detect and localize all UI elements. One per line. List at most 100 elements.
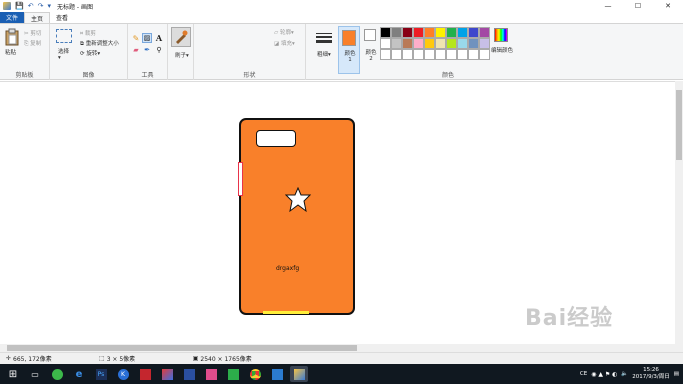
ribbon-tabs: 文件 主页 查看 bbox=[0, 12, 683, 23]
palette-color-15[interactable] bbox=[435, 38, 446, 49]
crop-button[interactable]: ⌗ 裁剪 bbox=[80, 29, 96, 38]
palette-color-22[interactable] bbox=[402, 49, 413, 60]
volume-icon[interactable]: 🔈 bbox=[621, 371, 628, 377]
palette-color-3[interactable] bbox=[413, 27, 424, 38]
palette-color-24[interactable] bbox=[424, 49, 435, 60]
color1-button[interactable]: 颜色 1 bbox=[338, 26, 360, 74]
tray-icons[interactable]: ◉ ▲ ⚑ ◐ bbox=[591, 371, 617, 378]
palette-color-9[interactable] bbox=[479, 27, 490, 38]
window-title: 无标题 - 画图 bbox=[56, 3, 93, 11]
chrome-icon[interactable] bbox=[246, 366, 264, 382]
palette-color-26[interactable] bbox=[446, 49, 457, 60]
brush-icon[interactable] bbox=[171, 27, 191, 47]
palette-color-20[interactable] bbox=[380, 49, 391, 60]
app-icon-mixed[interactable] bbox=[158, 366, 176, 382]
cut-button[interactable]: ✂ 剪切 bbox=[24, 29, 41, 37]
palette-color-6[interactable] bbox=[446, 27, 457, 38]
select-icon[interactable] bbox=[56, 29, 72, 43]
edit-colors-icon[interactable] bbox=[494, 28, 508, 42]
start-icon[interactable]: ⊞ bbox=[4, 366, 22, 382]
fill-dropdown[interactable]: ◪ 填充▾ bbox=[274, 39, 295, 47]
rotate-button[interactable]: ⟳ 旋转▾ bbox=[80, 49, 100, 57]
color1-swatch bbox=[342, 30, 356, 46]
palette-color-1[interactable] bbox=[391, 27, 402, 38]
paste-button[interactable]: 粘贴 bbox=[5, 48, 16, 56]
tab-file[interactable]: 文件 bbox=[0, 12, 25, 23]
photoshop-icon[interactable]: Ps bbox=[92, 366, 110, 382]
redo-icon[interactable]: ↷ bbox=[38, 2, 44, 10]
app-icon-blue[interactable] bbox=[180, 366, 198, 382]
clipboard-group-label: 剪贴板 bbox=[15, 72, 34, 79]
edge-icon[interactable]: e bbox=[70, 366, 88, 382]
color2-button[interactable]: 颜色 2 bbox=[361, 24, 379, 80]
palette-color-0[interactable] bbox=[380, 27, 391, 38]
app-icon-pink[interactable] bbox=[202, 366, 220, 382]
palette-color-11[interactable] bbox=[391, 38, 402, 49]
palette-color-28[interactable] bbox=[468, 49, 479, 60]
palette-color-4[interactable] bbox=[424, 27, 435, 38]
color2-label: 颜色 2 bbox=[365, 50, 377, 62]
app-icon-green-square[interactable] bbox=[224, 366, 242, 382]
color-picker-icon[interactable]: ✒ bbox=[142, 45, 152, 55]
brushes-group: 刷子▾ bbox=[168, 24, 194, 80]
palette-color-10[interactable] bbox=[380, 38, 391, 49]
customize-dropdown-icon[interactable]: ▾ bbox=[47, 2, 51, 10]
palette-color-19[interactable] bbox=[479, 38, 490, 49]
palette-color-21[interactable] bbox=[391, 49, 402, 60]
paint-taskbar-icon[interactable] bbox=[290, 366, 308, 382]
palette-color-23[interactable] bbox=[413, 49, 424, 60]
vertical-scroll-thumb[interactable] bbox=[676, 90, 682, 160]
undo-icon[interactable]: ↶ bbox=[28, 2, 34, 10]
eraser-icon[interactable]: ▰ bbox=[131, 45, 141, 55]
task-view-icon[interactable]: ▭ bbox=[26, 366, 44, 382]
app-icon-teal[interactable] bbox=[268, 366, 286, 382]
size-dropdown[interactable]: 粗细▾ bbox=[317, 50, 331, 58]
cursor-position-icon: ✛ bbox=[6, 355, 12, 362]
palette-color-7[interactable] bbox=[457, 27, 468, 38]
palette-color-27[interactable] bbox=[457, 49, 468, 60]
maximize-button[interactable]: ☐ bbox=[623, 0, 653, 12]
clock[interactable]: 15:26 2017/9/3/周日 bbox=[632, 367, 670, 381]
resize-button[interactable]: ⧉ 重新调整大小 bbox=[80, 39, 119, 48]
colors-group-label: 颜色 bbox=[441, 72, 454, 79]
edit-colors-button[interactable]: 编辑颜色 bbox=[491, 46, 513, 54]
app-icon-k[interactable]: K bbox=[114, 366, 132, 382]
app-icon-green[interactable] bbox=[48, 366, 66, 382]
paste-icon[interactable] bbox=[4, 27, 20, 47]
close-button[interactable]: ✕ bbox=[653, 0, 683, 12]
ime-indicator[interactable]: CE bbox=[580, 371, 587, 377]
palette-color-17[interactable] bbox=[457, 38, 468, 49]
palette-color-5[interactable] bbox=[435, 27, 446, 38]
palette-color-12[interactable] bbox=[402, 38, 413, 49]
palette-color-29[interactable] bbox=[479, 49, 490, 60]
image-group: 选择 ▾ ⌗ 裁剪 ⧉ 重新调整大小 ⟳ 旋转▾ 图像 bbox=[50, 24, 128, 80]
copy-label: 复制 bbox=[30, 41, 42, 47]
palette-color-2[interactable] bbox=[402, 27, 413, 38]
tools-group-label: 工具 bbox=[141, 72, 154, 79]
palette-color-14[interactable] bbox=[424, 38, 435, 49]
magnifier-icon[interactable]: ⚲ bbox=[154, 45, 164, 55]
pencil-icon[interactable]: ✎ bbox=[131, 33, 141, 43]
app-icon-red[interactable] bbox=[136, 366, 154, 382]
minimize-button[interactable]: — bbox=[593, 0, 623, 12]
palette-color-18[interactable] bbox=[468, 38, 479, 49]
line-size-icon[interactable] bbox=[315, 30, 333, 46]
tab-home[interactable]: 主页 bbox=[24, 12, 51, 23]
outline-dropdown[interactable]: ▱ 轮廓▾ bbox=[274, 28, 294, 36]
fill-icon[interactable]: ▨ bbox=[142, 33, 152, 43]
notification-icon[interactable]: ▤ bbox=[674, 371, 679, 377]
image-size-icon: ▣ bbox=[192, 355, 199, 362]
palette-color-13[interactable] bbox=[413, 38, 424, 49]
copy-button[interactable]: ⎘ 复制 bbox=[24, 39, 41, 48]
select-button[interactable]: 选择 ▾ bbox=[58, 47, 69, 61]
palette-color-16[interactable] bbox=[446, 38, 457, 49]
palette-color-25[interactable] bbox=[435, 49, 446, 60]
horizontal-scroll-thumb[interactable] bbox=[7, 345, 357, 351]
text-icon[interactable]: A bbox=[154, 33, 164, 43]
save-icon[interactable]: 💾 bbox=[15, 2, 24, 10]
palette-color-8[interactable] bbox=[468, 27, 479, 38]
brushes-dropdown[interactable]: 刷子▾ bbox=[175, 51, 189, 59]
size-group: 粗细▾ bbox=[310, 24, 338, 80]
tab-view[interactable]: 查看 bbox=[50, 12, 74, 23]
image-size: 2540 × 1765像素 bbox=[200, 356, 252, 363]
